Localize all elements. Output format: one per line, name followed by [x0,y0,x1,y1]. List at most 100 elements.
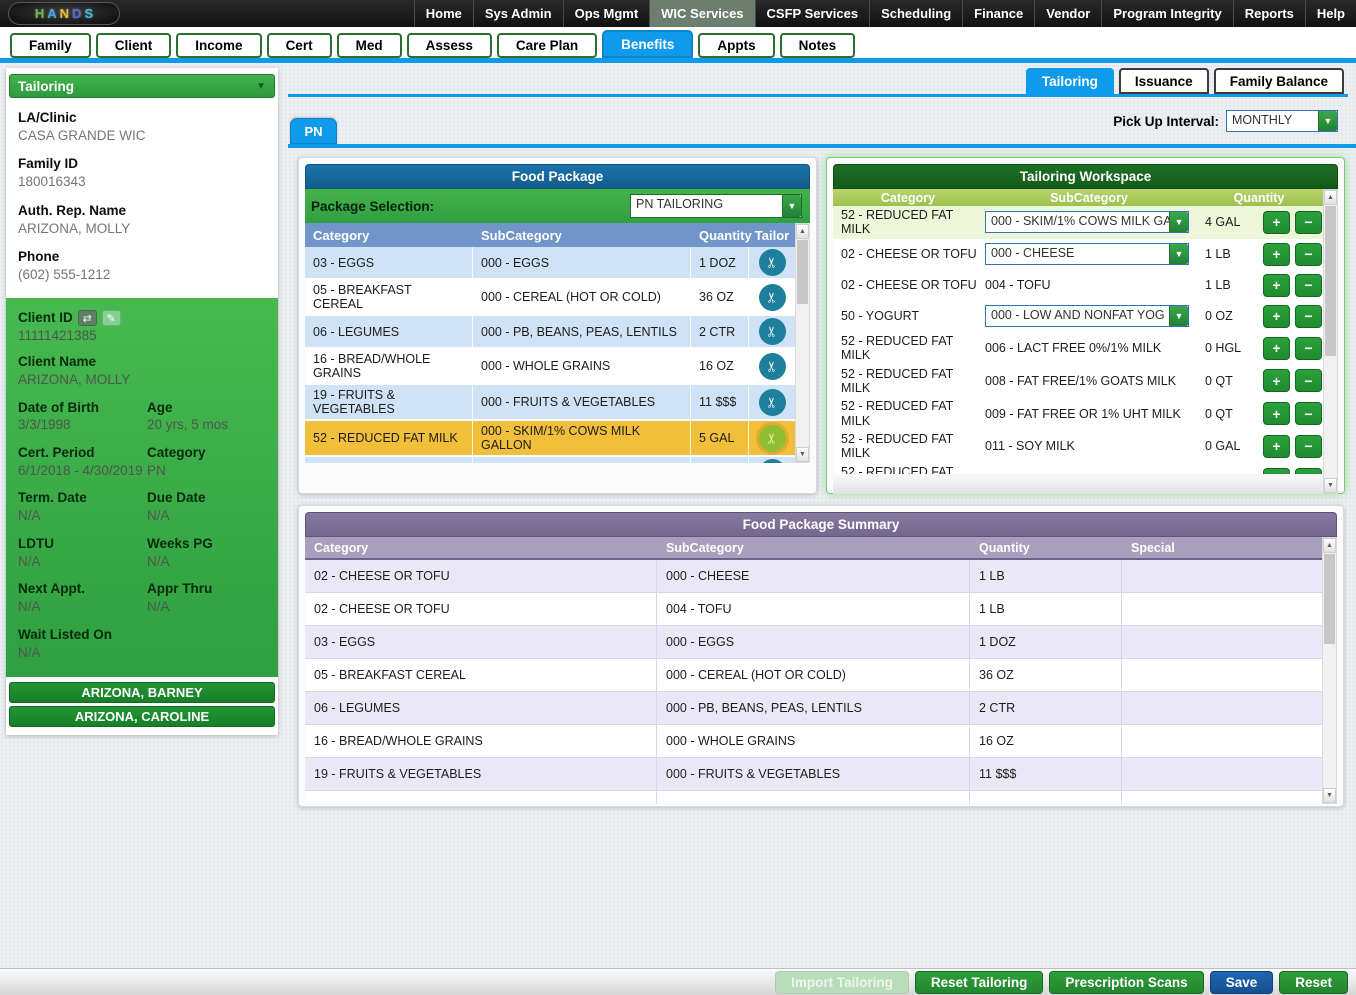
quantity-increase-button[interactable]: + [1263,305,1290,328]
food-package-row[interactable]: 05 - BREAKFAST CEREAL 000 - CEREAL (HOT … [305,280,795,316]
scroll-up-button[interactable]: ▲ [1323,538,1336,553]
quantity-decrease-button[interactable]: − [1295,402,1322,425]
module-selector-dropdown[interactable]: Tailoring ▼ [9,74,275,98]
family-member-button[interactable]: ARIZONA, BARNEY [9,682,275,703]
nav-item[interactable]: Scheduling [869,0,962,27]
subcategory-dropdown[interactable]: 000 - LOW AND NONFAT YOG ▼ [985,305,1189,327]
subcategory-cell: 000 - SKIM/1% COWS MILK GALLON [473,421,691,455]
scroll-up-button[interactable]: ▲ [1324,190,1337,205]
subcategory-dropdown[interactable]: 000 - SKIM/1% COWS MILK GA ▼ [985,211,1189,233]
scrollbar-thumb[interactable] [1325,206,1336,356]
module-tab[interactable]: Client [96,33,172,58]
tailor-scissors-button[interactable]: ✂ [759,353,786,380]
benefit-tab[interactable]: Tailoring [1026,68,1114,94]
nav-item[interactable]: Program Integrity [1101,0,1232,27]
quantity-decrease-button[interactable]: − [1295,369,1322,392]
family-member-button[interactable]: ARIZONA, CAROLINE [9,706,275,727]
module-tab[interactable]: Income [176,33,261,58]
quantity-decrease-button[interactable]: − [1295,211,1322,234]
column-header: Quantity [1195,191,1323,205]
subcategory-cell: 004 - TOFU [657,593,970,625]
quantity-cell: 1 DOZ [691,247,749,278]
nav-item[interactable]: Reports [1233,0,1305,27]
tailor-scissors-button[interactable]: ✂ [759,459,786,463]
footer-button[interactable]: Reset [1279,971,1348,994]
client-category-tab[interactable]: PN [290,118,337,144]
food-package-column-header: Category SubCategory Quantity Tailor [305,223,795,247]
module-tab[interactable]: Care Plan [497,33,597,58]
quantity-increase-button[interactable]: + [1263,435,1290,458]
scroll-down-button[interactable]: ▼ [1323,788,1336,803]
special-cell [1122,758,1322,790]
scroll-down-button[interactable]: ▼ [1324,478,1337,493]
category-cell: 03 - EGGS [305,247,473,278]
quantity-increase-button[interactable]: + [1263,274,1290,297]
subcategory-dropdown[interactable]: 000 - CHEESE ▼ [985,243,1189,265]
module-tab[interactable]: Appts [698,33,774,58]
tailor-scissors-button[interactable]: ✂ [759,249,786,276]
food-package-row[interactable]: ✂ [305,457,795,463]
module-tab[interactable]: Notes [780,33,856,58]
tailor-scissors-button[interactable]: ✂ [759,318,786,345]
workspace-scrollbar[interactable]: ▲ ▼ [1323,189,1338,494]
module-tab[interactable]: Cert [267,33,332,58]
footer-button[interactable]: Prescription Scans [1049,971,1203,994]
quantity-increase-button[interactable]: + [1263,337,1290,360]
quantity-increase-button[interactable]: + [1263,402,1290,425]
nav-item[interactable]: Finance [962,0,1034,27]
footer-button[interactable]: Save [1210,971,1274,994]
food-package-row[interactable]: 06 - LEGUMES 000 - PB, BEANS, PEAS, LENT… [305,316,795,349]
special-cell [1122,593,1322,625]
tailor-scissors-button[interactable]: ✂ [759,284,786,311]
scrollbar-thumb[interactable] [797,240,808,304]
summary-column-header: Category SubCategory Quantity Special [305,537,1322,558]
food-package-row[interactable]: 19 - FRUITS & VEGETABLES 000 - FRUITS & … [305,385,795,421]
tailor-scissors-button[interactable]: ✂ [759,389,786,416]
quantity-decrease-button[interactable]: − [1295,435,1322,458]
benefit-tab[interactable]: Issuance [1119,68,1209,94]
column-header: Category [833,191,983,205]
quantity-increase-button[interactable]: + [1263,243,1290,266]
quantity-decrease-button[interactable]: − [1295,243,1322,266]
nav-item[interactable]: CSFP Services [755,0,870,27]
nav-item[interactable]: Sys Admin [473,0,563,27]
field-label: Cert. Period [18,445,143,462]
scrollbar-thumb[interactable] [1324,554,1335,644]
tailor-scissors-button[interactable]: ✂ [759,425,786,452]
special-cell [1122,791,1322,804]
quantity-decrease-button[interactable]: − [1295,468,1322,474]
footer-button[interactable]: Import Tailoring [775,971,909,994]
module-tab[interactable]: Assess [407,33,492,58]
benefit-tab[interactable]: Family Balance [1214,68,1344,94]
tailoring-workspace-title: Tailoring Workspace [833,164,1338,189]
quantity-decrease-button[interactable]: − [1295,305,1322,328]
logo-letter: S [84,6,93,21]
food-package-scrollbar[interactable]: ▲ ▼ [795,223,810,463]
package-selection-dropdown[interactable]: PN TAILORING ▼ [630,194,802,218]
nav-item[interactable]: Ops Mgmt [563,0,650,27]
pickup-interval-dropdown[interactable]: MONTHLY ▼ [1226,110,1338,132]
footer-button[interactable]: Reset Tailoring [915,971,1044,994]
module-tab[interactable]: Family [10,33,91,58]
chevron-down-icon: ▼ [1169,306,1188,326]
quantity-increase-button[interactable]: + [1263,211,1290,234]
scroll-up-button[interactable]: ▲ [796,224,809,239]
nav-item[interactable]: Vendor [1034,0,1101,27]
swap-client-icon[interactable]: ⇄ [78,310,97,326]
edit-client-icon[interactable]: ✎ [102,310,121,326]
nav-item[interactable]: Help [1305,0,1356,27]
food-package-row[interactable]: 16 - BREAD/WHOLE GRAINS 000 - WHOLE GRAI… [305,349,795,385]
module-tab[interactable]: Med [337,33,402,58]
nav-item[interactable]: Home [414,0,473,27]
food-package-row[interactable]: 52 - REDUCED FAT MILK 000 - SKIM/1% COWS… [305,421,795,457]
quantity-decrease-button[interactable]: − [1295,274,1322,297]
nav-item[interactable]: WIC Services [649,0,754,27]
quantity-increase-button[interactable]: + [1263,369,1290,392]
food-package-row[interactable]: 03 - EGGS 000 - EGGS 1 DOZ ✂ [305,247,795,280]
module-tab[interactable]: Benefits [602,30,693,58]
scroll-down-button[interactable]: ▼ [796,447,809,462]
summary-scrollbar[interactable]: ▲ ▼ [1322,537,1337,804]
workspace-row: 52 - REDUCED FAT MILK 011 - SOY MILK ▼ 0… [833,430,1323,463]
quantity-decrease-button[interactable]: − [1295,337,1322,360]
quantity-increase-button[interactable]: + [1263,468,1290,474]
